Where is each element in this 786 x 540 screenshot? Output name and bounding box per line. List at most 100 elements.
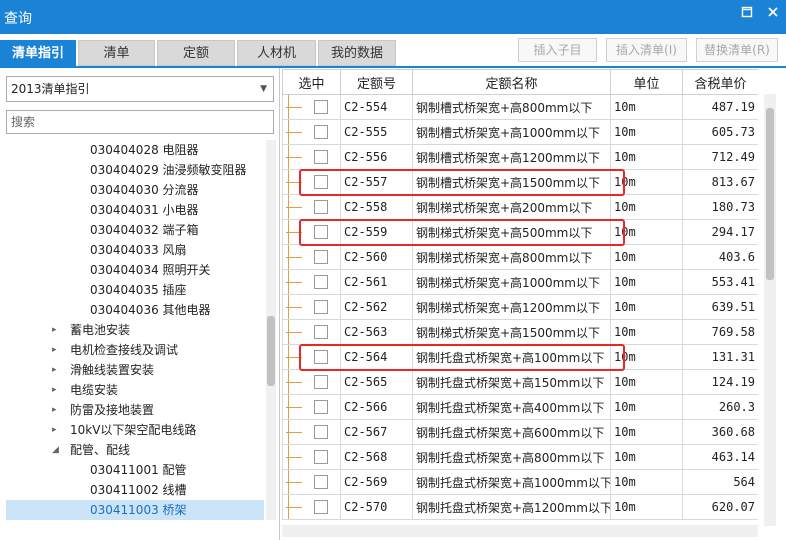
tree-node[interactable]: ▸ 蓄电池安装: [6, 320, 264, 340]
tree-node[interactable]: ▸ 10kV以下架空配电线路: [6, 420, 264, 440]
header-name[interactable]: 定额名称: [412, 69, 611, 95]
quota-name-cell: 钢制托盘式桥架宽+高1200mm以下: [412, 494, 611, 520]
tree-node[interactable]: 030404029 油浸频敏变阻器: [6, 160, 264, 180]
table-row[interactable]: C2-570 钢制托盘式桥架宽+高1200mm以下 10m 620.07: [282, 494, 758, 520]
row-checkbox[interactable]: [314, 450, 328, 465]
tree-node-label: 030404030 分流器: [90, 183, 199, 197]
row-checkbox[interactable]: [314, 125, 328, 140]
tab-qingdan-zhiyin[interactable]: 清单指引: [0, 40, 76, 66]
tree-node[interactable]: 030404034 照明开关: [6, 260, 264, 280]
tree-scrollbar[interactable]: [266, 140, 276, 520]
row-checkbox[interactable]: [314, 300, 328, 315]
tree-branch-line: [286, 206, 302, 208]
tree-node[interactable]: 030404033 风扇: [6, 240, 264, 260]
chevron-right-icon[interactable]: ▸: [52, 340, 57, 360]
table-row[interactable]: C2-565 钢制托盘式桥架宽+高150mm以下 10m 124.19: [282, 369, 758, 395]
unit-cell: 10m: [610, 294, 683, 320]
row-checkbox[interactable]: [314, 400, 328, 415]
quota-code-cell: C2-563: [340, 319, 413, 345]
insert-list-button[interactable]: 插入清单(I): [606, 38, 687, 62]
table-row[interactable]: C2-560 钢制梯式桥架宽+高800mm以下 10m 403.6: [282, 244, 758, 270]
table-row[interactable]: C2-568 钢制托盘式桥架宽+高800mm以下 10m 463.14: [282, 444, 758, 470]
tree-node[interactable]: ◢ 配管、配线: [6, 440, 264, 460]
price-cell: 487.19: [682, 94, 758, 120]
grid-horizontal-scrollbar[interactable]: [282, 525, 758, 537]
tree-scroll-thumb[interactable]: [267, 316, 275, 386]
quota-name-cell: 钢制梯式桥架宽+高1500mm以下: [412, 319, 611, 345]
tree-branch-line: [286, 481, 302, 483]
quota-code-cell: C2-554: [340, 94, 413, 120]
tree-node[interactable]: 030404035 插座: [6, 280, 264, 300]
insert-subitem-button[interactable]: 插入子目: [518, 38, 597, 62]
tree-node[interactable]: 030411003 桥架: [6, 500, 264, 520]
price-cell: 260.3: [682, 394, 758, 420]
row-checkbox[interactable]: [314, 500, 328, 515]
row-checkbox[interactable]: [314, 425, 328, 440]
quota-name-cell: 钢制槽式桥架宽+高800mm以下: [412, 94, 611, 120]
header-select[interactable]: 选中: [282, 69, 341, 95]
tree-branch-line: [286, 381, 302, 383]
row-checkbox[interactable]: [314, 150, 328, 165]
tab-dinge[interactable]: 定额: [157, 40, 235, 66]
tree-node-label: 滑触线装置安装: [70, 363, 155, 377]
chevron-right-icon[interactable]: ▸: [52, 420, 57, 440]
tree-node[interactable]: 030411001 配管: [6, 460, 264, 480]
row-checkbox[interactable]: [314, 475, 328, 490]
table-row[interactable]: C2-554 钢制槽式桥架宽+高800mm以下 10m 487.19: [282, 94, 758, 120]
tab-qingdan[interactable]: 清单: [78, 40, 155, 66]
chevron-right-icon[interactable]: ▸: [52, 360, 57, 380]
tree-node[interactable]: ▸ 电机检查接线及调试: [6, 340, 264, 360]
table-row[interactable]: C2-555 钢制槽式桥架宽+高1000mm以下 10m 605.73: [282, 119, 758, 145]
tree-node[interactable]: 030404031 小电器: [6, 200, 264, 220]
tree-node[interactable]: 030404030 分流器: [6, 180, 264, 200]
tree-branch-line: [286, 456, 302, 458]
row-checkbox[interactable]: [314, 275, 328, 290]
row-checkbox[interactable]: [314, 375, 328, 390]
tree-node[interactable]: 030411002 线槽: [6, 480, 264, 500]
table-row[interactable]: C2-563 钢制梯式桥架宽+高1500mm以下 10m 769.58: [282, 319, 758, 345]
chevron-expanded-icon[interactable]: ◢: [52, 440, 59, 460]
chevron-right-icon[interactable]: ▸: [52, 380, 57, 400]
list-tree: 030404028 电阻器 030404029 油浸频敏变阻器 030404030 …: [0, 140, 266, 520]
tree-node[interactable]: 030404032 端子箱: [6, 220, 264, 240]
select-cell: [282, 444, 341, 470]
select-cell: [282, 244, 341, 270]
table-row[interactable]: C2-566 钢制托盘式桥架宽+高400mm以下 10m 260.3: [282, 394, 758, 420]
highlight-box: [298, 218, 625, 246]
tab-rencaiji[interactable]: 人材机: [237, 40, 316, 66]
row-checkbox[interactable]: [314, 325, 328, 340]
unit-cell: 10m: [610, 494, 683, 520]
tree-node-label: 030404031 小电器: [90, 203, 199, 217]
search-input[interactable]: [6, 110, 274, 134]
table-row[interactable]: C2-569 钢制托盘式桥架宽+高1000mm以下 10m 564: [282, 469, 758, 495]
table-row[interactable]: C2-561 钢制梯式桥架宽+高1000mm以下 10m 553.41: [282, 269, 758, 295]
header-code[interactable]: 定额号: [340, 69, 413, 95]
tree-node-label: 030411003 桥架: [90, 503, 187, 517]
row-checkbox[interactable]: [314, 250, 328, 265]
grid-scroll-thumb[interactable]: [766, 108, 774, 280]
replace-list-button[interactable]: 替换清单(R): [696, 38, 778, 62]
chevron-right-icon[interactable]: ▸: [52, 320, 57, 340]
quota-code-cell: C2-568: [340, 444, 413, 470]
tree-node[interactable]: ▸ 防雷及接地装置: [6, 400, 264, 420]
row-checkbox[interactable]: [314, 200, 328, 215]
unit-cell: 10m: [610, 369, 683, 395]
tab-my-data[interactable]: 我的数据: [318, 40, 396, 66]
chevron-right-icon[interactable]: ▸: [52, 400, 57, 420]
tree-node[interactable]: 030404028 电阻器: [6, 140, 264, 160]
grid-scrollbar[interactable]: [764, 94, 776, 526]
restore-icon[interactable]: [738, 6, 756, 24]
guide-version-select[interactable]: 2013清单指引 ▼: [6, 76, 274, 102]
row-checkbox[interactable]: [314, 100, 328, 115]
table-row[interactable]: C2-567 钢制托盘式桥架宽+高600mm以下 10m 360.68: [282, 419, 758, 445]
table-row[interactable]: C2-558 钢制梯式桥架宽+高200mm以下 10m 180.73: [282, 194, 758, 220]
close-icon[interactable]: [764, 6, 782, 24]
header-unit[interactable]: 单位: [610, 69, 683, 95]
tree-node[interactable]: 030404036 其他电器: [6, 300, 264, 320]
tree-node[interactable]: ▸ 滑触线装置安装: [6, 360, 264, 380]
table-row[interactable]: C2-556 钢制槽式桥架宽+高1200mm以下 10m 712.49: [282, 144, 758, 170]
header-price[interactable]: 含税单价: [682, 69, 758, 95]
table-row[interactable]: C2-562 钢制梯式桥架宽+高1200mm以下 10m 639.51: [282, 294, 758, 320]
price-cell: 813.67: [682, 169, 758, 195]
tree-node[interactable]: ▸ 电缆安装: [6, 380, 264, 400]
